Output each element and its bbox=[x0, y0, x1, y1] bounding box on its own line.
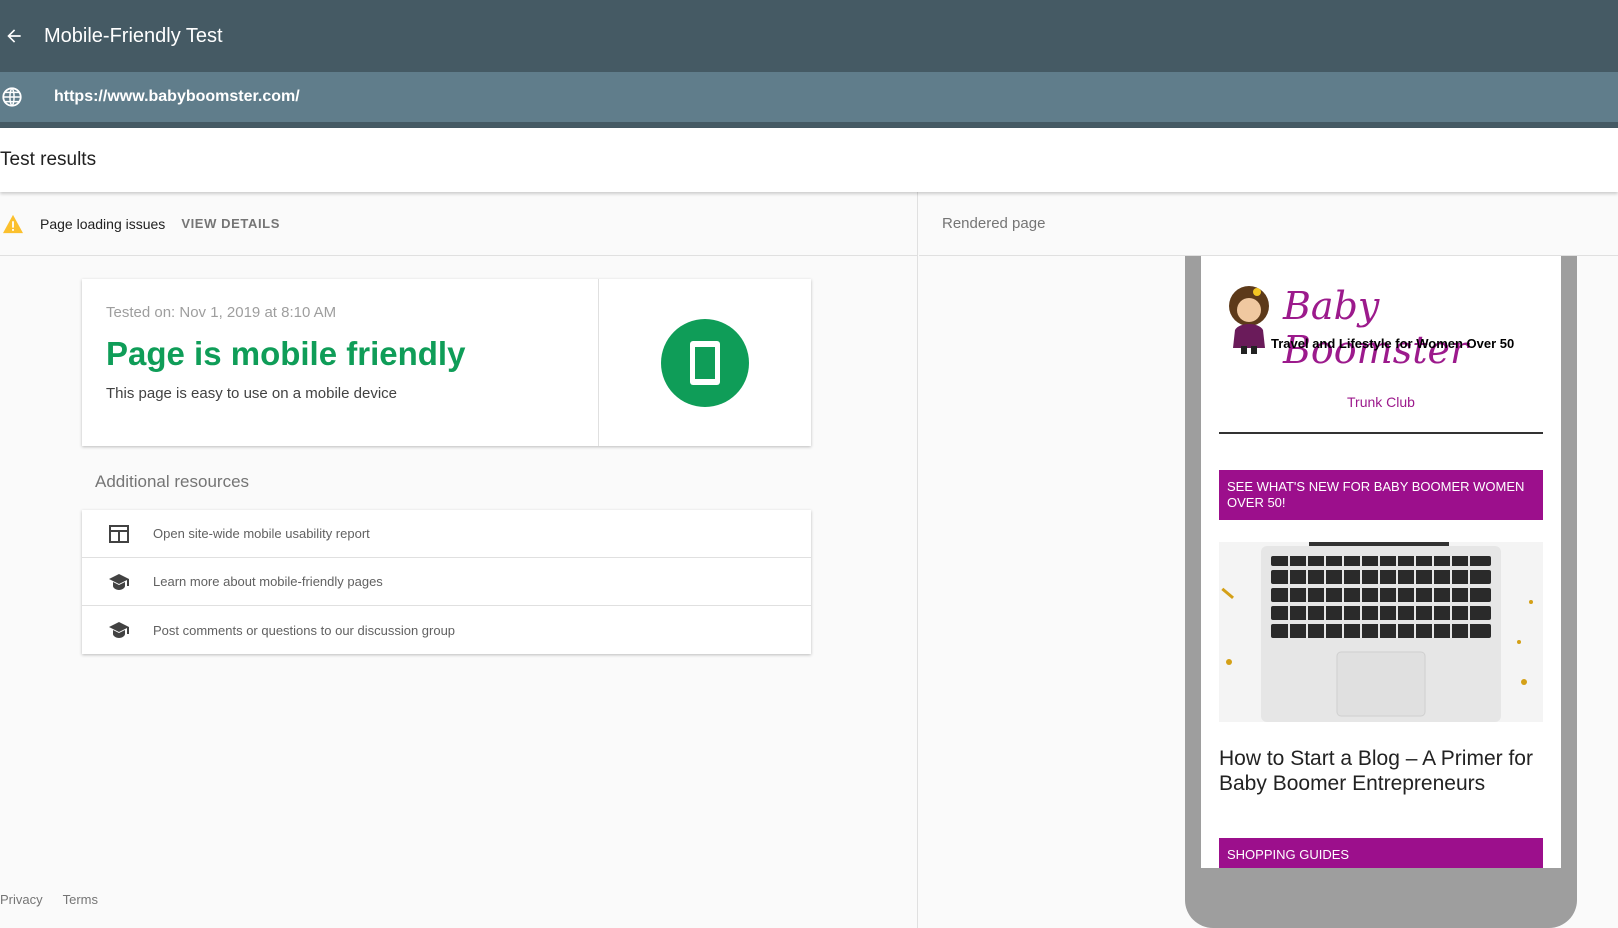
back-arrow-icon[interactable] bbox=[2, 24, 26, 48]
mobile-friendly-card: Tested on: Nov 1, 2019 at 8:10 AM Page i… bbox=[82, 279, 811, 446]
resource-usability-report[interactable]: Open site-wide mobile usability report bbox=[82, 510, 811, 558]
shopping-guides-banner[interactable]: SHOPPING GUIDES bbox=[1219, 838, 1543, 868]
rendered-page-header: Rendered page bbox=[919, 192, 1618, 256]
resource-label: Learn more about mobile-friendly pages bbox=[153, 574, 383, 589]
woman-avatar-icon bbox=[1229, 286, 1269, 354]
app-title: Mobile-Friendly Test bbox=[44, 24, 223, 47]
tested-url[interactable]: https://www.babyboomster.com/ bbox=[54, 88, 300, 106]
broken-image-trunk-club[interactable]: Trunk Club bbox=[1201, 394, 1561, 410]
phone-frame: Baby Boomster Travel and Lifestyle for W… bbox=[1185, 256, 1577, 928]
school-icon bbox=[107, 618, 131, 642]
phone-screen[interactable]: Baby Boomster Travel and Lifestyle for W… bbox=[1201, 256, 1561, 868]
terms-link[interactable]: Terms bbox=[63, 892, 98, 907]
resource-label: Post comments or questions to our discus… bbox=[153, 622, 456, 638]
results-title: Test results bbox=[0, 149, 97, 170]
site-tagline: Travel and Lifestyle for Women Over 50 bbox=[1271, 336, 1515, 351]
resource-learn-more[interactable]: Learn more about mobile-friendly pages bbox=[82, 558, 811, 606]
site-logo: Baby Boomster Travel and Lifestyle for W… bbox=[1223, 284, 1543, 372]
additional-resources-title: Additional resources bbox=[95, 472, 250, 491]
results-header: Test results bbox=[0, 128, 1618, 192]
footer: Privacy Terms bbox=[0, 892, 98, 907]
issues-label: Page loading issues bbox=[40, 215, 166, 232]
app-header: Mobile-Friendly Test bbox=[0, 0, 1618, 72]
result-subtext: This page is easy to use on a mobile dev… bbox=[106, 385, 397, 402]
view-details-button[interactable]: VIEW DETAILS bbox=[181, 216, 280, 231]
result-headline: Page is mobile friendly bbox=[106, 335, 466, 372]
privacy-link[interactable]: Privacy bbox=[0, 892, 43, 907]
mobile-phone-icon bbox=[661, 318, 749, 407]
globe-icon bbox=[0, 85, 24, 109]
rendered-page-title: Rendered page bbox=[942, 215, 1046, 232]
laptop-image[interactable] bbox=[1219, 542, 1543, 722]
page-loading-issues-row: Page loading issues VIEW DETAILS bbox=[0, 192, 917, 256]
post-title[interactable]: How to Start a Blog – A Primer for Baby … bbox=[1219, 746, 1543, 796]
promo-banner[interactable]: SEE WHAT'S NEW FOR BABY BOOMER WOMEN OVE… bbox=[1219, 470, 1543, 520]
url-bar: https://www.babyboomster.com/ bbox=[0, 72, 1618, 128]
results-panel: Page loading issues VIEW DETAILS Tested … bbox=[0, 192, 918, 928]
site-name: Baby Boomster bbox=[1283, 284, 1469, 372]
result-icon-box bbox=[599, 279, 811, 446]
divider bbox=[1219, 432, 1543, 434]
result-info: Tested on: Nov 1, 2019 at 8:10 AM Page i… bbox=[82, 279, 599, 446]
additional-resources-list: Open site-wide mobile usability report L… bbox=[82, 510, 811, 654]
school-icon bbox=[107, 570, 131, 594]
tested-on: Tested on: Nov 1, 2019 at 8:10 AM bbox=[106, 304, 337, 321]
resource-discussion-group[interactable]: Post comments or questions to our discus… bbox=[82, 606, 811, 654]
resource-label: Open site-wide mobile usability report bbox=[153, 526, 370, 541]
rendered-page-panel: Rendered page Baby Boomster Travel and L… bbox=[919, 192, 1618, 928]
dashboard-icon bbox=[107, 522, 131, 546]
warning-icon bbox=[3, 214, 23, 233]
